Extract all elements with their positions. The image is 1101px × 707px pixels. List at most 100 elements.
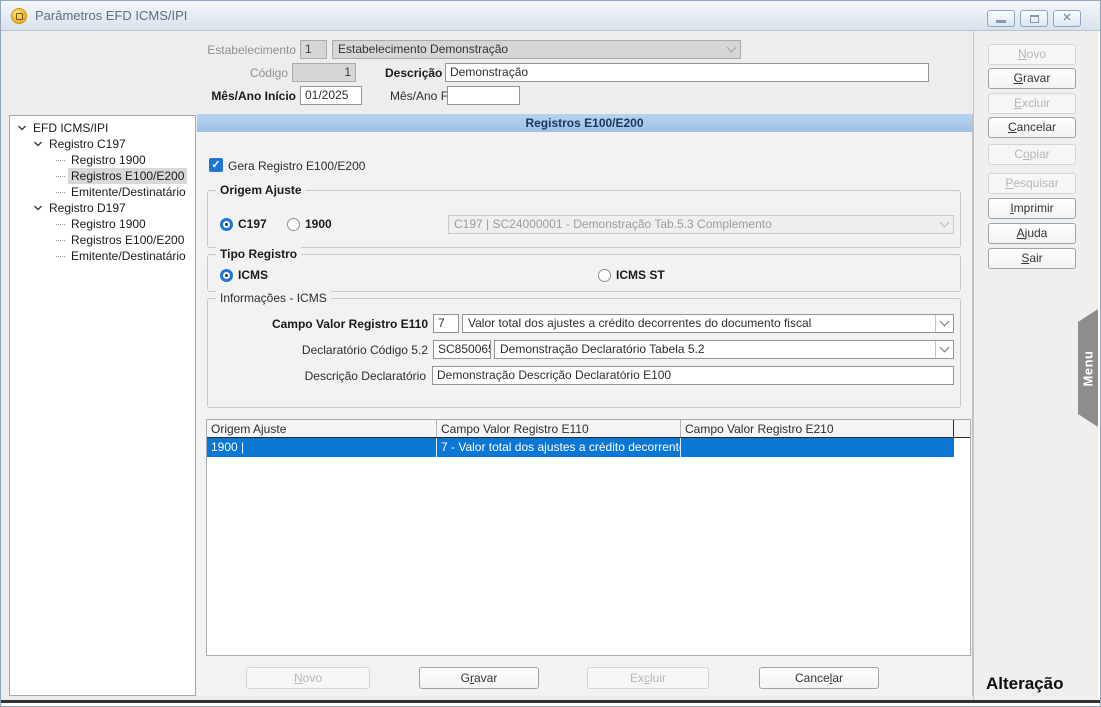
label-part: C bbox=[1014, 147, 1023, 161]
descricao-field[interactable]: Demonstração bbox=[445, 63, 929, 82]
close-icon: ✕ bbox=[1062, 13, 1071, 24]
tree-item-label: EFD ICMS/IPI bbox=[30, 120, 111, 136]
radio-icms[interactable] bbox=[220, 269, 233, 282]
grid-column-campo-valor-e210[interactable]: Campo Valor Registro E210 bbox=[681, 420, 954, 437]
tree-item-emitente-destinatario-c197[interactable]: Emitente/Destinatário bbox=[10, 184, 195, 200]
chevron-down-icon bbox=[935, 216, 953, 233]
campo-valor-e110-label: Campo Valor Registro E110 bbox=[208, 316, 428, 332]
label-part: ancelar bbox=[1017, 120, 1056, 134]
radio-1900-label: 1900 bbox=[305, 217, 332, 232]
tree-item-registros-e100-e200-c197[interactable]: Registros E100/E200 bbox=[10, 168, 195, 184]
label-part: ar bbox=[832, 671, 843, 685]
grid-selected-row[interactable]: 1900 | 7 - Valor total dos ajustes a cré… bbox=[207, 438, 954, 457]
label-part: Ex bbox=[630, 671, 644, 685]
grid-cell-campo-e210 bbox=[681, 438, 954, 457]
chevron-down-icon bbox=[16, 122, 28, 134]
side-pesquisar-button: Pesquisar bbox=[988, 173, 1076, 194]
tree-item-label: Emitente/Destinatário bbox=[68, 184, 189, 200]
gera-registro-checkbox[interactable]: ✓ bbox=[209, 158, 223, 172]
radio-1900[interactable] bbox=[287, 218, 300, 231]
codigo-field: 1 bbox=[292, 63, 356, 82]
tree-item-registro-1900-d197[interactable]: Registro 1900 bbox=[10, 216, 195, 232]
tree-item-label: Registro C197 bbox=[46, 136, 129, 152]
window-title: Parâmetros EFD ICMS/IPI bbox=[35, 8, 187, 23]
title-bar: Parâmetros EFD ICMS/IPI ✕ bbox=[1, 1, 1101, 31]
tipo-registro-title: Tipo Registro bbox=[216, 247, 301, 262]
gera-registro-label: Gera Registro E100/E200 bbox=[228, 158, 365, 174]
tree-item-label: Emitente/Destinatário bbox=[68, 248, 189, 264]
chevron-down-icon bbox=[722, 41, 740, 58]
restore-icon bbox=[1030, 15, 1039, 23]
footer-cancelar-button[interactable]: Cancelar bbox=[759, 667, 879, 689]
estabelecimento-combo: Estabelecimento Demonstração bbox=[332, 40, 741, 59]
footer-gravar-button[interactable]: Gravar bbox=[419, 667, 539, 689]
estabelecimento-code-field: 1 bbox=[300, 40, 327, 59]
tree-item-emitente-destinatario-d197[interactable]: Emitente/Destinatário bbox=[10, 248, 195, 264]
label-part: C bbox=[1008, 120, 1017, 134]
campo-valor-e110-combo-value: Valor total dos ajustes a crédito decorr… bbox=[463, 315, 935, 332]
close-button[interactable]: ✕ bbox=[1053, 10, 1081, 27]
app-window: Parâmetros EFD ICMS/IPI ✕ Estabeleciment… bbox=[0, 0, 1101, 707]
radio-icms-st-label: ICMS ST bbox=[616, 268, 665, 283]
side-sair-button[interactable]: Sair bbox=[988, 248, 1076, 269]
side-ajuda-button[interactable]: Ajuda bbox=[988, 223, 1076, 244]
side-excluir-button: Excluir bbox=[988, 93, 1076, 114]
origem-ajuste-group: Origem Ajuste C197 1900 C197 | SC2400000… bbox=[207, 190, 961, 248]
label-part: ovo bbox=[1027, 47, 1046, 61]
origem-ajuste-combo-value: C197 | SC24000001 - Demonstração Tab.5.3… bbox=[449, 216, 935, 233]
radio-c197[interactable] bbox=[220, 218, 233, 231]
tree-item-registro-c197[interactable]: Registro C197 bbox=[10, 136, 195, 152]
tree-item-label: Registro D197 bbox=[46, 200, 129, 216]
footer-excluir-button: Excluir bbox=[587, 667, 709, 689]
side-button-panel: Novo Gravar Excluir Cancelar Copiar Pesq… bbox=[973, 31, 1098, 700]
label-part: esquisar bbox=[1013, 176, 1058, 190]
chevron-down-icon bbox=[32, 138, 44, 150]
origem-ajuste-combo: C197 | SC24000001 - Demonstração Tab.5.3… bbox=[448, 215, 954, 234]
tree-item-label: Registro 1900 bbox=[68, 152, 149, 168]
campo-valor-e110-code-field[interactable]: 7 bbox=[433, 314, 459, 333]
side-cancelar-button[interactable]: Cancelar bbox=[988, 117, 1076, 138]
label-part: juda bbox=[1025, 226, 1048, 240]
grid-header: Origem Ajuste Campo Valor Registro E110 … bbox=[207, 420, 970, 438]
origem-ajuste-title: Origem Ajuste bbox=[216, 183, 306, 198]
campo-valor-e110-combo[interactable]: Valor total dos ajustes a crédito decorr… bbox=[462, 314, 954, 333]
side-gravar-button[interactable]: Gravar bbox=[988, 68, 1076, 89]
label-part: ravar bbox=[1023, 71, 1050, 85]
tree-item-registro-1900-c197[interactable]: Registro 1900 bbox=[10, 152, 195, 168]
menu-tab[interactable]: Menu bbox=[1078, 309, 1098, 427]
radio-icms-st[interactable] bbox=[598, 269, 611, 282]
label-part: G bbox=[461, 671, 470, 685]
mes-ano-inicio-label: Mês/Ano Início bbox=[176, 88, 296, 104]
chevron-down-icon bbox=[32, 202, 44, 214]
mes-ano-inicio-field[interactable]: 01/2025 bbox=[300, 86, 362, 105]
radio-icms-label: ICMS bbox=[238, 268, 268, 283]
tree-item-label: Registros E100/E200 bbox=[68, 232, 187, 248]
tipo-registro-group: Tipo Registro ICMS ICMS ST bbox=[207, 254, 961, 292]
main-panel: Registros E100/E200 ✓ Gera Registro E100… bbox=[197, 114, 973, 696]
side-novo-button: Novo bbox=[988, 44, 1076, 65]
mes-ano-fim-field[interactable] bbox=[447, 86, 520, 105]
restore-button[interactable] bbox=[1020, 10, 1048, 27]
declaratorio-combo[interactable]: Demonstração Declaratório Tabela 5.2 bbox=[494, 340, 954, 359]
grid-column-campo-valor-e110[interactable]: Campo Valor Registro E110 bbox=[437, 420, 681, 437]
label-part: Cance bbox=[795, 671, 830, 685]
side-copiar-button: Copiar bbox=[988, 144, 1076, 165]
estabelecimento-label: Estabelecimento bbox=[101, 42, 296, 58]
tree-item-registro-d197[interactable]: Registro D197 bbox=[10, 200, 195, 216]
navigation-tree: EFD ICMS/IPI Registro C197 Registro 1900… bbox=[9, 115, 196, 696]
declaratorio-codigo-field[interactable]: SC850065 bbox=[433, 340, 491, 359]
tree-item-registros-e100-e200-d197[interactable]: Registros E100/E200 bbox=[10, 232, 195, 248]
side-imprimir-button[interactable]: Imprimir bbox=[988, 198, 1076, 219]
estabelecimento-combo-value: Estabelecimento Demonstração bbox=[333, 41, 722, 58]
declaratorio-combo-value: Demonstração Declaratório Tabela 5.2 bbox=[495, 341, 935, 358]
label-part: air bbox=[1029, 251, 1042, 265]
grid-cell-campo-e110: 7 - Valor total dos ajustes a crédito de… bbox=[437, 438, 681, 457]
descricao-declaratorio-field[interactable]: Demonstração Descrição Declaratório E100 bbox=[432, 366, 954, 385]
chevron-down-icon bbox=[935, 341, 953, 358]
descricao-declaratorio-label: Descrição Declaratório bbox=[208, 368, 426, 384]
menu-tab-label: Menu bbox=[1081, 350, 1096, 386]
grid-column-origem-ajuste[interactable]: Origem Ajuste bbox=[207, 420, 437, 437]
tree-item-efd-icms-ipi[interactable]: EFD ICMS/IPI bbox=[10, 120, 195, 136]
minimize-button[interactable] bbox=[987, 10, 1015, 27]
radio-c197-label: C197 bbox=[238, 217, 267, 232]
